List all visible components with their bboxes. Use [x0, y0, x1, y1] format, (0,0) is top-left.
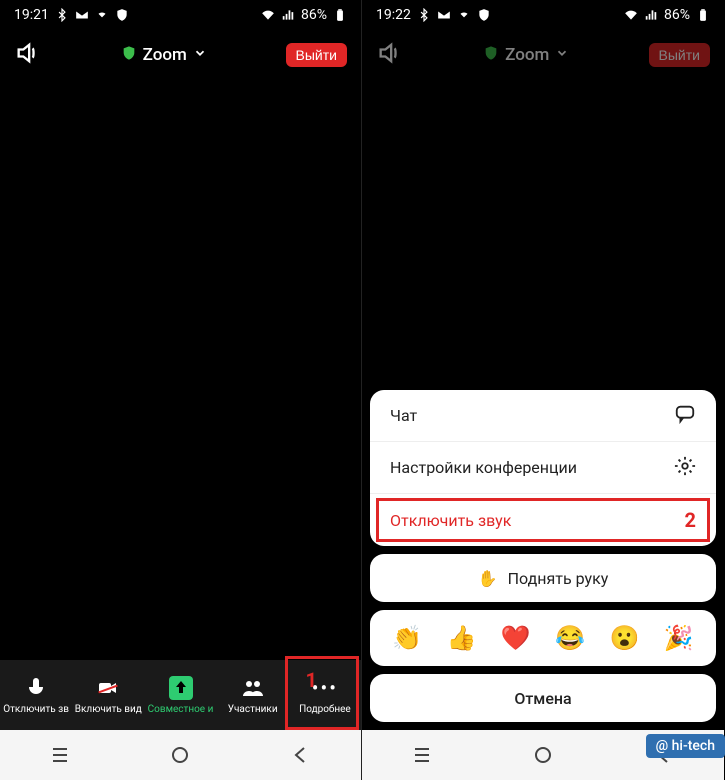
menu-disconnect-audio[interactable]: Отключить звук 2: [370, 494, 716, 546]
home-icon[interactable]: [531, 743, 555, 767]
chevron-down-icon: [555, 45, 569, 65]
battery-icon: [696, 8, 710, 22]
battery-icon: [333, 8, 347, 22]
zoom-label: Zoom: [505, 45, 549, 65]
start-video-button[interactable]: Включить вид: [72, 660, 144, 730]
share-button[interactable]: Совместное и: [144, 660, 216, 730]
wifi-icon: [624, 8, 638, 22]
raise-hand-label: Поднять руку: [508, 569, 609, 588]
status-bar: 19:21 86%: [0, 0, 361, 30]
status-bar: 19:22 86%: [362, 0, 724, 30]
zoom-title[interactable]: Zoom: [483, 45, 569, 66]
signal-icon: [281, 8, 295, 22]
gmail-icon: [437, 8, 451, 22]
menu-chat[interactable]: Чат: [370, 390, 716, 442]
chevron-down-icon: [193, 45, 207, 65]
menu-settings[interactable]: Настройки конференции: [370, 442, 716, 494]
phone-right: 19:22 86%: [362, 0, 724, 780]
topbar: Zoom Выйти: [0, 30, 361, 80]
topbar: Zoom Выйти: [362, 30, 724, 80]
annotation-number-2: 2: [685, 508, 696, 532]
status-time: 19:21: [14, 7, 49, 23]
menu-disconnect-label: Отключить звук: [390, 511, 511, 530]
reaction-joy[interactable]: 😂: [555, 624, 585, 652]
shield-small-icon: [477, 8, 491, 22]
reactions-row: 👏 👍 ❤️ 😂 😮 🎉: [370, 610, 716, 666]
video-off-icon: [96, 676, 120, 700]
more-sheet: Чат Настройки конференции Отключить звук…: [370, 390, 716, 722]
reaction-tada[interactable]: 🎉: [664, 624, 694, 652]
raise-hand-icon: ✋: [478, 569, 498, 588]
status-time: 19:22: [376, 7, 411, 23]
shield-small-icon: [115, 8, 129, 22]
zoom-title[interactable]: Zoom: [121, 45, 207, 66]
exit-button[interactable]: Выйти: [649, 43, 710, 67]
menu-settings-label: Настройки конференции: [390, 458, 577, 477]
recents-icon[interactable]: [48, 743, 72, 767]
bottombar: Отключить зв Включить вид Совместное и У…: [0, 660, 361, 730]
back-icon[interactable]: [289, 743, 313, 767]
mic-icon: [24, 676, 48, 700]
wifi-icon: [261, 8, 275, 22]
share-label: Совместное и: [148, 704, 214, 715]
video-area[interactable]: [0, 80, 361, 660]
speaker-icon[interactable]: [376, 39, 404, 71]
battery-text: 86%: [664, 7, 690, 23]
mute-audio-label: Отключить зв: [3, 704, 69, 715]
sheet-menu: Чат Настройки конференции Отключить звук…: [370, 390, 716, 546]
reaction-wow[interactable]: 😮: [610, 624, 640, 652]
gear-icon: [674, 455, 696, 481]
more-label: Подробнее: [299, 704, 351, 715]
reaction-thumbsup[interactable]: 👍: [447, 624, 477, 652]
shield-icon: [121, 45, 137, 66]
shield-icon: [483, 45, 499, 66]
reaction-clap[interactable]: 👏: [392, 624, 422, 652]
reaction-heart[interactable]: ❤️: [501, 624, 531, 652]
share-icon: [169, 676, 193, 700]
wifi-call-icon: [457, 8, 471, 22]
annotation-number-1: 1: [306, 668, 317, 692]
android-navbar: [0, 730, 361, 780]
cancel-label: Отмена: [514, 689, 571, 708]
cancel-button[interactable]: Отмена: [370, 674, 716, 722]
mute-audio-button[interactable]: Отключить зв: [0, 660, 72, 730]
participants-label: Участники: [228, 704, 278, 715]
chat-icon: [674, 403, 696, 429]
home-icon[interactable]: [168, 743, 192, 767]
bluetooth-icon: [55, 8, 69, 22]
participants-button[interactable]: Участники: [217, 660, 289, 730]
more-button[interactable]: ••• Подробнее: [289, 660, 361, 730]
exit-button[interactable]: Выйти: [286, 43, 347, 67]
watermark-text: @ hi‑tech: [656, 738, 715, 754]
battery-text: 86%: [301, 7, 327, 23]
recents-icon[interactable]: [410, 743, 434, 767]
start-video-label: Включить вид: [75, 704, 142, 715]
wifi-call-icon: [95, 8, 109, 22]
phone-left: 19:21 86%: [0, 0, 362, 780]
raise-hand-button[interactable]: ✋ Поднять руку: [370, 554, 716, 602]
gmail-icon: [75, 8, 89, 22]
participants-icon: [241, 676, 265, 700]
speaker-icon[interactable]: [14, 39, 42, 71]
menu-chat-label: Чат: [390, 406, 417, 425]
zoom-label: Zoom: [143, 45, 187, 65]
watermark: @ hi‑tech: [646, 734, 725, 758]
bluetooth-icon: [417, 8, 431, 22]
signal-icon: [644, 8, 658, 22]
